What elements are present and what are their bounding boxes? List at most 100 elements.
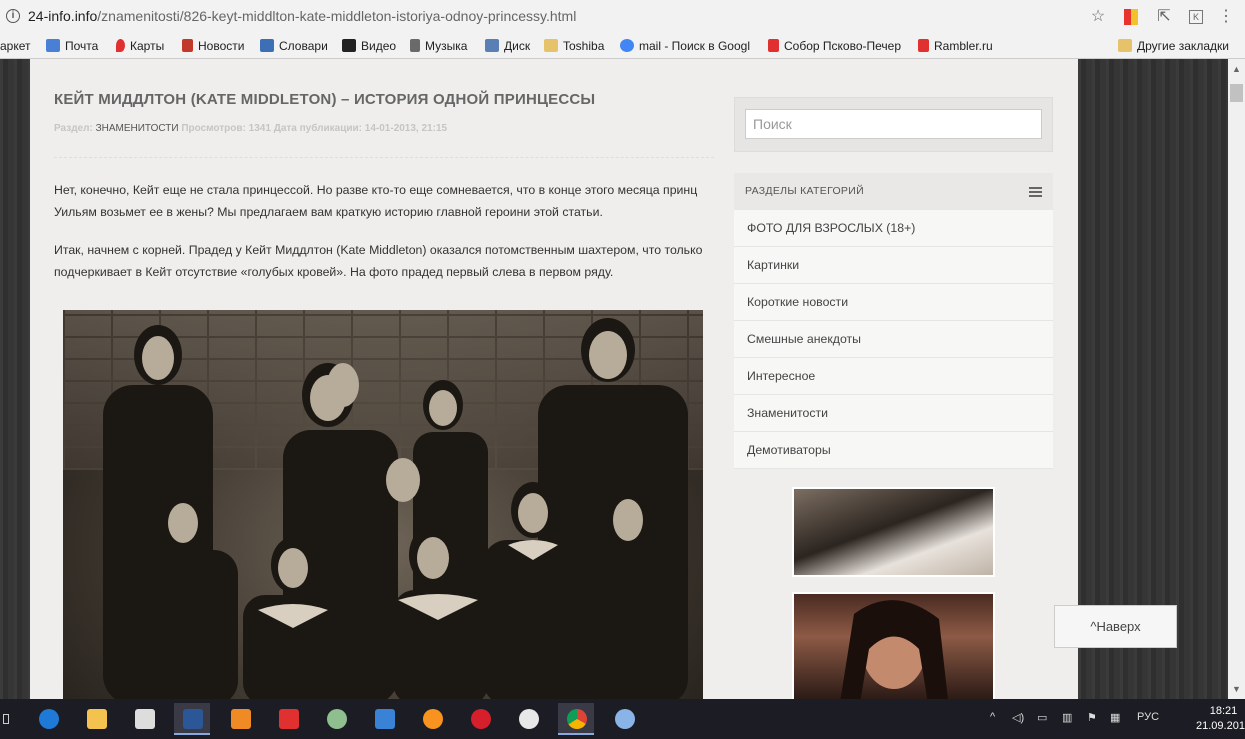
bookmark-toshiba[interactable]: Toshiba bbox=[544, 38, 604, 55]
page-scrollbar[interactable]: ▲ ▼ bbox=[1228, 59, 1245, 699]
google-icon bbox=[620, 39, 634, 52]
bookmark-news[interactable]: Новости bbox=[182, 38, 244, 55]
bookmark-mail[interactable]: Почта bbox=[46, 38, 98, 55]
notification-flag-icon[interactable]: ⚑ bbox=[1087, 711, 1097, 724]
menu-dots-icon[interactable]: ⋮ bbox=[1217, 8, 1235, 26]
keyboard-icon[interactable]: ▦ bbox=[1110, 711, 1120, 724]
categories-list: ФОТО ДЛЯ ВЗРОСЛЫХ (18+) Картинки Коротки… bbox=[734, 210, 1053, 469]
category-adult-photos[interactable]: ФОТО ДЛЯ ВЗРОСЛЫХ (18+) bbox=[734, 210, 1053, 247]
bookmark-label: аркет bbox=[0, 39, 31, 53]
app-circle-icon[interactable] bbox=[318, 703, 354, 735]
yandex-bar-icon[interactable] bbox=[1122, 8, 1140, 26]
category-interesting[interactable]: Интересное bbox=[734, 358, 1053, 395]
odnoklassniki-icon[interactable] bbox=[414, 703, 450, 735]
scroll-up-arrow-icon[interactable]: ▲ bbox=[1232, 64, 1241, 74]
tray-chevron-icon[interactable]: ^ bbox=[990, 711, 995, 723]
map-pin-icon bbox=[116, 39, 125, 52]
search-widget bbox=[734, 97, 1053, 152]
bookmarks-bar: аркет Почта Карты Новости Словари Видео … bbox=[0, 34, 1245, 59]
battery-icon[interactable]: ▭ bbox=[1037, 711, 1047, 724]
other-bookmarks-label: Другие закладки bbox=[1137, 39, 1229, 53]
bookmark-label: Карты bbox=[130, 39, 165, 53]
bookmark-video[interactable]: Видео bbox=[342, 38, 396, 55]
other-bookmarks[interactable]: Другие закладки bbox=[1118, 38, 1229, 55]
hamburger-menu-icon[interactable] bbox=[1029, 187, 1042, 197]
article-title: КЕЙТ МИДДЛТОН (KATE MIDDLETON) – ИСТОРИЯ… bbox=[54, 91, 596, 108]
mail-icon bbox=[46, 39, 60, 52]
news-icon bbox=[182, 39, 193, 52]
file-explorer-icon[interactable] bbox=[78, 703, 114, 735]
scroll-to-top-button[interactable]: ^Наверх bbox=[1054, 605, 1177, 648]
opera-icon[interactable] bbox=[462, 703, 498, 735]
bookmark-label: Видео bbox=[361, 39, 397, 53]
category-pictures[interactable]: Картинки bbox=[734, 247, 1053, 284]
bookmark-market[interactable]: аркет bbox=[0, 38, 31, 55]
disk-icon bbox=[485, 39, 499, 52]
bookmark-label: Диск bbox=[504, 39, 531, 53]
bookmark-disk[interactable]: Диск bbox=[485, 38, 530, 55]
sidebar-ad-image-1[interactable] bbox=[792, 487, 995, 577]
bookmark-music[interactable]: Музыка bbox=[410, 38, 467, 55]
category-celebrities[interactable]: Знаменитости bbox=[734, 395, 1053, 432]
article-meta: Раздел: ЗНАМЕНИТОСТИ Просмотров: 1341 Да… bbox=[54, 123, 447, 134]
bookmark-sobor[interactable]: Собор Псково-Печер bbox=[768, 38, 904, 55]
yandex-browser-icon[interactable] bbox=[510, 703, 546, 735]
sidebar-ad-image-2[interactable] bbox=[792, 592, 995, 699]
system-clock[interactable]: 18:21 21.09.2016 bbox=[1196, 704, 1245, 734]
bookmark-label: Музыка bbox=[425, 39, 468, 53]
bookmark-label: Словари bbox=[279, 39, 328, 53]
video-icon bbox=[342, 39, 356, 52]
url-host: 24-info.info bbox=[28, 8, 98, 24]
clock-time: 18:21 bbox=[1209, 705, 1238, 717]
bookmark-google-mail[interactable]: mail - Поиск в Googl bbox=[620, 38, 755, 55]
bookmark-label: Toshiba bbox=[563, 39, 605, 53]
category-short-news[interactable]: Короткие новости bbox=[734, 284, 1053, 321]
meta-section-label: Раздел: bbox=[54, 123, 93, 134]
yandex-icon[interactable] bbox=[270, 703, 306, 735]
bookmark-label: Почта bbox=[65, 39, 99, 53]
scrollbar-thumb[interactable] bbox=[1230, 84, 1243, 102]
page-content: КЕЙТ МИДДЛТОН (KATE MIDDLETON) – ИСТОРИЯ… bbox=[30, 59, 1078, 699]
mail-app-icon[interactable] bbox=[366, 703, 402, 735]
paint-icon[interactable] bbox=[606, 703, 642, 735]
bookmark-label: Новости bbox=[198, 39, 245, 53]
volume-icon[interactable]: ◁) bbox=[1012, 711, 1024, 724]
meta-views-label: Просмотров: bbox=[181, 123, 246, 134]
folder-icon bbox=[1118, 39, 1132, 52]
article-paragraph-1: Нет, конечно, Кейт еще не стала принцесс… bbox=[54, 183, 698, 219]
meta-date: 14-01-2013, 21:15 bbox=[364, 123, 448, 134]
windows-taskbar: ^ ◁) ▭ ▥ ⚑ ▦ РУС 18:21 21.09.2016 bbox=[0, 699, 1245, 739]
category-jokes[interactable]: Смешные анекдоты bbox=[734, 321, 1053, 358]
category-demotivators[interactable]: Демотиваторы bbox=[734, 432, 1053, 469]
chrome-icon[interactable] bbox=[558, 703, 594, 735]
url-field[interactable]: 24-info.info/znamenitosti/826-keyt-middl… bbox=[28, 8, 576, 24]
yandex-icon bbox=[768, 39, 779, 52]
music-icon bbox=[410, 39, 420, 52]
clock-date: 21.09.2016 bbox=[1196, 720, 1245, 732]
address-bar: i 24-info.info/znamenitosti/826-keyt-mid… bbox=[0, 0, 1245, 34]
photo-figures bbox=[103, 318, 688, 699]
bookmark-dictionaries[interactable]: Словари bbox=[260, 38, 328, 55]
title-divider bbox=[54, 157, 714, 158]
info-icon[interactable]: i bbox=[6, 9, 20, 23]
categories-title: РАЗДЕЛЫ КАТЕГОРИЙ bbox=[745, 185, 864, 197]
bookmark-maps[interactable]: Карты bbox=[116, 38, 164, 55]
kaspersky-icon[interactable]: K bbox=[1187, 8, 1205, 26]
search-input[interactable] bbox=[745, 109, 1042, 139]
store-icon[interactable] bbox=[126, 703, 162, 735]
word-icon[interactable] bbox=[174, 703, 210, 735]
ad-figure bbox=[840, 600, 948, 699]
extension-arrow-icon[interactable]: ⇱ bbox=[1155, 8, 1173, 26]
network-icon[interactable]: ▥ bbox=[1062, 711, 1072, 724]
article-paragraph-2: Итак, начнем с корней. Прадед у Кейт Мид… bbox=[54, 243, 703, 279]
scroll-down-arrow-icon[interactable]: ▼ bbox=[1232, 684, 1241, 694]
meta-section-link[interactable]: ЗНАМЕНИТОСТИ bbox=[96, 123, 179, 134]
task-view-icon[interactable] bbox=[0, 703, 14, 735]
bookmark-rambler[interactable]: Rambler.ru bbox=[918, 38, 993, 55]
language-indicator[interactable]: РУС bbox=[1137, 711, 1159, 723]
meta-views: 1341 bbox=[248, 123, 271, 134]
bookmark-star-icon[interactable]: ☆ bbox=[1089, 8, 1107, 26]
edge-icon[interactable] bbox=[30, 703, 66, 735]
bookmark-label: Rambler.ru bbox=[934, 39, 993, 53]
media-player-icon[interactable] bbox=[222, 703, 258, 735]
